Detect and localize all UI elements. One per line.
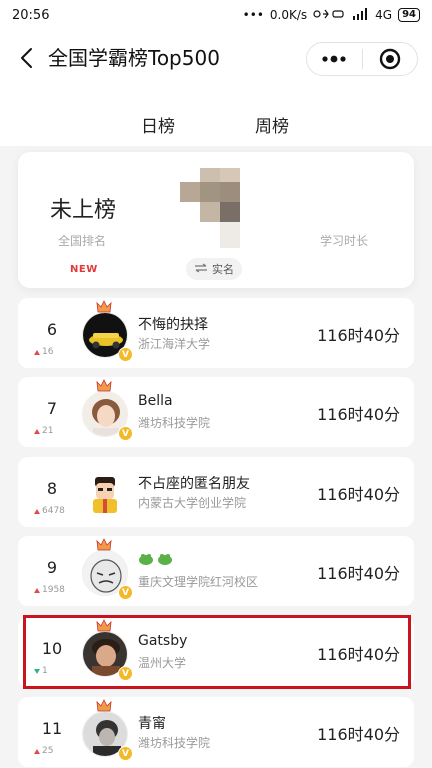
up-arrow-icon	[34, 428, 40, 434]
my-rank-status: 未上榜	[50, 198, 117, 223]
study-time: 116时40分	[317, 564, 400, 583]
rank-change: 1958	[34, 585, 65, 595]
network-speed: 0.0K/s	[269, 8, 308, 22]
notification-dots: •••	[242, 8, 264, 22]
up-arrow-icon	[34, 349, 40, 355]
rank-change-value: 6478	[42, 506, 65, 516]
user-school: 潍坊科技学院	[138, 416, 211, 430]
my-rank-card: 未上榜 全国排名 NEW 实名 学习时长	[18, 152, 414, 288]
user-school: 重庆文理学院红河校区	[138, 575, 259, 589]
up-arrow-icon	[34, 748, 40, 754]
list-item[interactable]: 9 1958 V 重庆文理学院红河校区 116时40分	[18, 536, 414, 606]
highlight-box	[23, 615, 411, 689]
real-name-toggle[interactable]: 实名	[186, 258, 242, 280]
up-arrow-icon	[34, 587, 40, 593]
crown-icon	[96, 379, 112, 392]
rank-number: 9	[46, 558, 58, 577]
my-avatar	[180, 168, 240, 248]
study-time: 116时40分	[317, 326, 400, 345]
user-name: 不悔的抉择	[138, 317, 208, 333]
swap-arrows-icon	[194, 263, 208, 276]
user-school: 内蒙古大学创业学院	[138, 496, 247, 510]
user-name: 不占座的匿名朋友	[138, 476, 250, 492]
mini-program-capsule	[306, 42, 418, 76]
vip-badge-icon: V	[118, 426, 133, 441]
up-arrow-icon	[34, 508, 40, 514]
status-bar: 20:56 ••• 0.0K/s 4G 94	[0, 0, 432, 30]
avatar[interactable]: V	[82, 379, 133, 441]
rank-change-value: 16	[42, 347, 54, 357]
crown-icon	[96, 699, 112, 712]
rank-number: 7	[46, 399, 58, 418]
user-name: 青甯	[138, 716, 166, 732]
study-time: 116时40分	[317, 405, 400, 424]
rank-change-value: 25	[42, 746, 54, 756]
network-type: 4G	[375, 8, 393, 22]
chevron-left-icon[interactable]	[14, 44, 38, 72]
user-school: 潍坊科技学院	[138, 736, 211, 750]
vip-badge-icon: V	[118, 585, 133, 600]
status-time: 20:56	[12, 7, 50, 23]
rank-change: 21	[34, 426, 53, 436]
nav-bar: 全国学霸榜Top500	[0, 30, 432, 86]
list-item[interactable]: 11 25 V 青甯 潍坊科技学院 116时40分	[18, 697, 414, 767]
list-item[interactable]: 7 21 V Bella 潍坊科技学院 116时40分	[18, 377, 414, 447]
my-rank-label: 全国排名	[58, 234, 107, 248]
new-badge: NEW	[70, 264, 98, 275]
status-indicators: ••• 0.0K/s 4G 94	[242, 7, 420, 23]
user-name-emoji	[138, 552, 174, 570]
more-dots-icon[interactable]	[307, 43, 362, 75]
rank-number: 6	[46, 320, 58, 339]
rank-change: 6478	[34, 506, 65, 516]
rank-number: 8	[46, 479, 58, 498]
rank-change-value: 21	[42, 426, 54, 436]
avatar[interactable]: V	[82, 699, 133, 761]
crown-icon	[96, 300, 112, 313]
user-name: Bella	[138, 393, 173, 409]
tab-weekly[interactable]: 周榜	[253, 112, 291, 137]
list-item[interactable]: 8 6478 不占座的匿名朋友 内蒙古大学创业学院 116时40分	[18, 457, 414, 527]
study-time-label: 学习时长	[320, 234, 369, 248]
user-school: 浙江海洋大学	[138, 337, 211, 351]
study-time: 116时40分	[317, 725, 400, 744]
target-circle-icon[interactable]	[363, 43, 418, 75]
rank-change: 16	[34, 347, 53, 357]
real-name-label: 实名	[212, 263, 234, 276]
bars-icon	[353, 7, 369, 23]
vip-badge-icon: V	[118, 347, 133, 362]
study-time: 116时40分	[317, 485, 400, 504]
rank-number: 11	[41, 719, 63, 738]
avatar[interactable]	[82, 471, 128, 517]
frog-emoji-icon	[139, 554, 172, 565]
vip-badge-icon: V	[118, 746, 133, 761]
rank-change-value: 1958	[42, 585, 65, 595]
page-title: 全国学霸榜Top500	[48, 46, 220, 70]
signal-icon	[313, 8, 347, 23]
list-item[interactable]: 6 16 V 不悔的抉择 浙江海洋大学 116时40分	[18, 298, 414, 368]
avatar[interactable]: V	[82, 300, 133, 362]
rank-change: 25	[34, 746, 53, 756]
battery-icon: 94	[398, 8, 420, 22]
crown-icon	[96, 538, 112, 551]
tab-bar: 日榜 周榜	[0, 86, 432, 146]
tab-daily[interactable]: 日榜	[141, 112, 175, 137]
avatar[interactable]: V	[82, 538, 133, 600]
